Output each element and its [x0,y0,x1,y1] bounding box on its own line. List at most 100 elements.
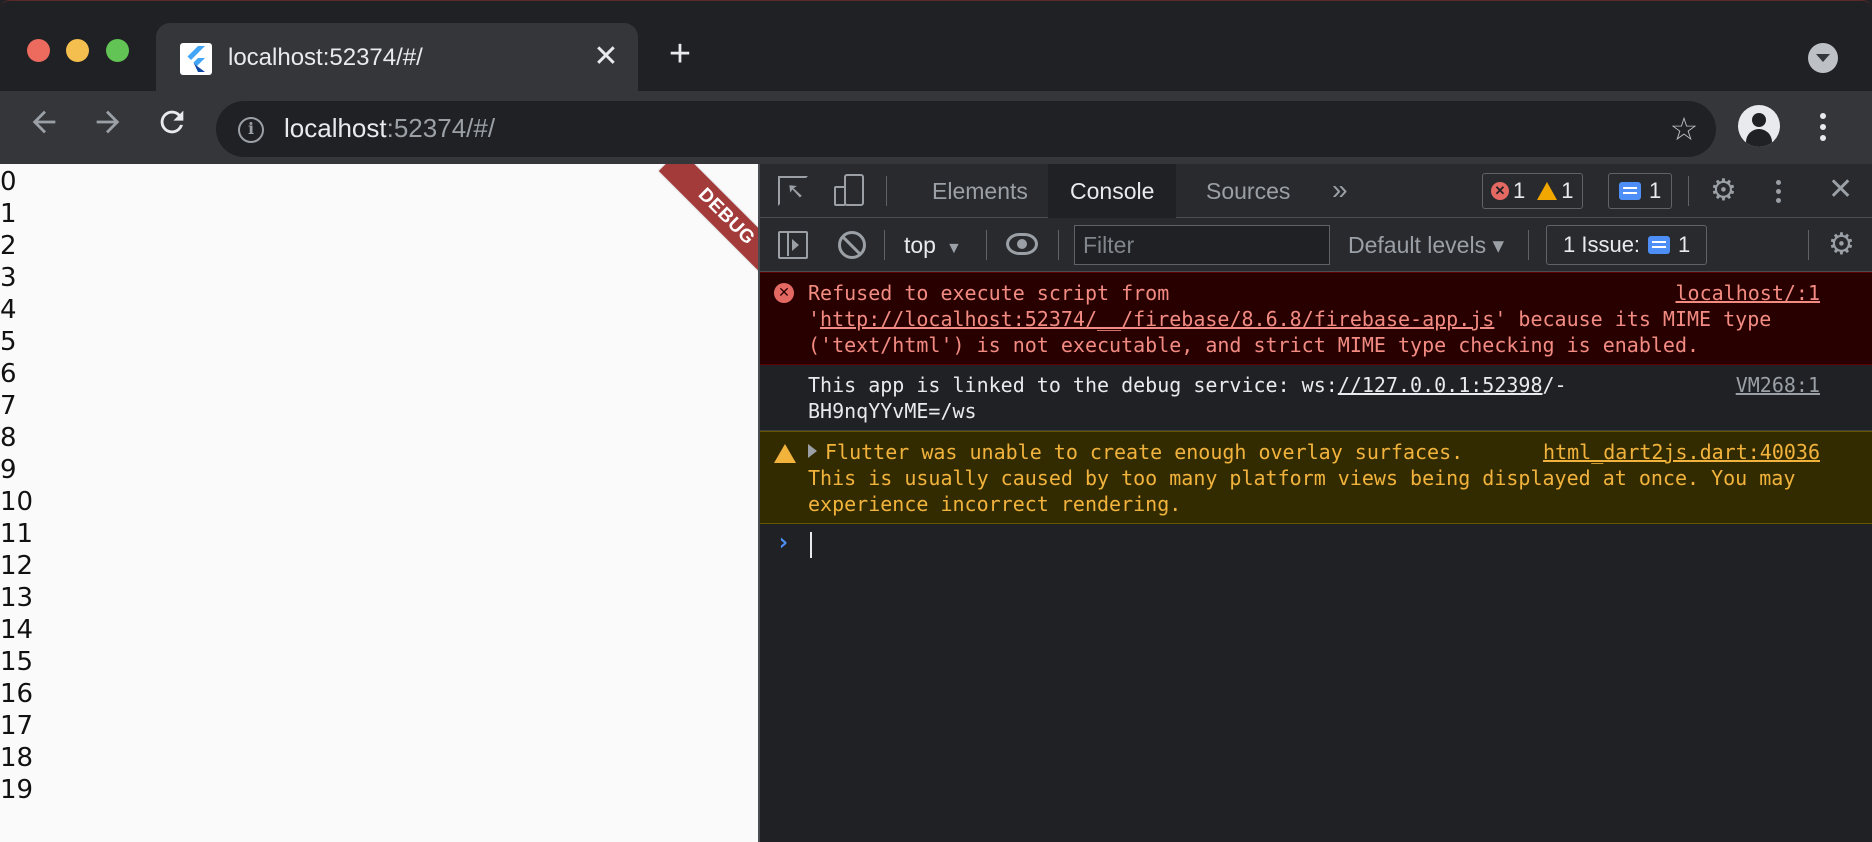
issues-label: 1 Issue: [1563,232,1641,257]
list-item: 12 [0,551,34,581]
live-expression-eye-icon[interactable] [1006,233,1038,255]
console-prompt[interactable]: › [760,524,1872,564]
site-info-icon[interactable]: i [238,117,264,143]
context-value: top [904,232,936,258]
list-item: 5 [0,327,17,357]
console-toolbar: top ▼ Default levels ▾ 1 Issue: 1 ⚙ [760,218,1872,272]
minimize-window-button[interactable] [66,39,89,62]
browser-menu-icon[interactable] [1808,105,1838,149]
prompt-chevron-icon: › [776,528,791,556]
devtools-tab-bar: Elements Console Sources » ✕ 1 1 1 ⚙ ✕ [760,164,1872,218]
tab-close-icon[interactable]: ✕ [588,39,624,75]
list-item: 7 [0,391,17,421]
list-item: 6 [0,359,17,389]
message-source-link[interactable]: html_dart2js.dart:40036 [1543,439,1820,465]
new-tab-button[interactable]: + [662,35,698,73]
console-warning-message[interactable]: html_dart2js.dart:40036 Flutter was unab… [760,431,1872,524]
url-text[interactable]: localhost:52374/#/ [284,113,495,144]
address-bar[interactable]: i localhost:52374/#/ ☆ [216,101,1716,157]
bookmark-star-icon[interactable]: ☆ [1664,109,1704,149]
clear-console-icon[interactable] [838,231,866,259]
console-messages: ✕ localhost/:1 Refused to execute script… [760,272,1872,842]
warning-icon [774,444,796,463]
divider [1528,230,1529,260]
back-arrow-icon[interactable] [22,105,66,149]
devtools-panel: Elements Console Sources » ✕ 1 1 1 ⚙ ✕ [758,164,1872,842]
ws-url-link[interactable]: //127.0.0.1:52398 [1338,373,1543,397]
devtools-menu-icon[interactable] [1772,176,1784,206]
list-item: 2 [0,231,17,261]
list-item: 3 [0,263,17,293]
divider [1808,230,1809,260]
tab-strip: localhost:52374/#/ ✕ + [0,1,1872,91]
inspect-element-icon[interactable] [778,176,808,206]
list-item: 10 [0,487,34,517]
message-count: 1 [1649,178,1662,203]
list-item: 1 [0,199,17,229]
list-item: 19 [0,775,34,805]
list-item: 13 [0,583,34,613]
warning-count: 1 [1561,178,1574,203]
script-url-link[interactable]: http://localhost:52374/__/firebase/8.6.8… [820,307,1494,331]
console-info-message[interactable]: VM268:1 This app is linked to the debug … [760,365,1872,431]
error-icon: ✕ [774,283,794,303]
issues-count: 1 [1678,232,1691,257]
list-item: 8 [0,423,17,453]
text-cursor [810,532,812,558]
console-error-message[interactable]: ✕ localhost/:1 Refused to execute script… [760,272,1872,365]
url-host: localhost [284,113,387,143]
expand-triangle-icon[interactable] [808,444,817,458]
devtools-close-icon[interactable]: ✕ [1828,174,1853,206]
execution-context-select[interactable]: top ▼ [904,218,962,272]
list-item: 9 [0,455,17,485]
console-sidebar-icon[interactable] [778,231,808,259]
reload-icon[interactable] [150,105,194,149]
issues-button[interactable]: 1 Issue: 1 [1546,225,1708,265]
flutter-icon [180,43,212,75]
tab-elements[interactable]: Elements [910,164,1050,218]
error-warning-counter[interactable]: ✕ 1 1 [1482,173,1583,209]
chevron-down-icon: ▼ [945,240,962,257]
profile-avatar-icon[interactable] [1738,105,1780,147]
error-icon: ✕ [1491,182,1509,200]
close-window-button[interactable] [27,39,50,62]
log-levels-select[interactable]: Default levels ▾ [1348,218,1504,272]
browser-window: localhost:52374/#/ ✕ + i localhost:52374… [0,0,1872,842]
list-item: 17 [0,711,34,741]
console-filter-input[interactable] [1074,225,1330,265]
devtools-settings-gear-icon[interactable]: ⚙ [1710,176,1737,206]
tab-title: localhost:52374/#/ [228,44,423,71]
more-tabs-icon[interactable]: » [1332,164,1348,218]
message-source-link[interactable]: localhost/:1 [1676,280,1821,306]
message-icon [1619,182,1641,200]
list-item: 15 [0,647,34,677]
divider [1058,230,1059,260]
list-item: 4 [0,295,17,325]
number-list: 0 1 2 3 4 5 6 7 8 9 10 11 12 13 14 15 16 17 18 19 [0,166,33,806]
tab-search-icon[interactable] [1808,43,1838,73]
message-counter[interactable]: 1 [1608,173,1673,209]
forward-arrow-icon[interactable] [86,105,130,149]
message-source-link[interactable]: VM268:1 [1736,372,1820,398]
message-text: This app is linked to the debug service:… [808,373,1338,397]
list-item: 11 [0,519,34,549]
console-settings-gear-icon[interactable]: ⚙ [1828,230,1855,260]
list-item: 0 [0,167,17,197]
browser-tab[interactable]: localhost:52374/#/ ✕ [156,23,638,91]
issue-icon [1648,236,1671,254]
divider [986,230,987,260]
divider [1688,176,1689,206]
list-item: 14 [0,615,34,645]
error-count: 1 [1513,178,1526,203]
warning-icon [1537,182,1558,200]
divider [884,230,885,260]
browser-toolbar: i localhost:52374/#/ ☆ [0,91,1872,164]
list-item: 16 [0,679,34,709]
url-path: :52374/#/ [386,113,496,143]
divider [886,176,887,206]
tab-sources[interactable]: Sources [1184,164,1312,218]
page-viewport: 0 1 2 3 4 5 6 7 8 9 10 11 12 13 14 15 16 17 18 19 DEBUG [0,164,758,842]
device-toolbar-icon[interactable] [834,174,864,208]
zoom-window-button[interactable] [106,39,129,62]
tab-console[interactable]: Console [1048,164,1177,218]
